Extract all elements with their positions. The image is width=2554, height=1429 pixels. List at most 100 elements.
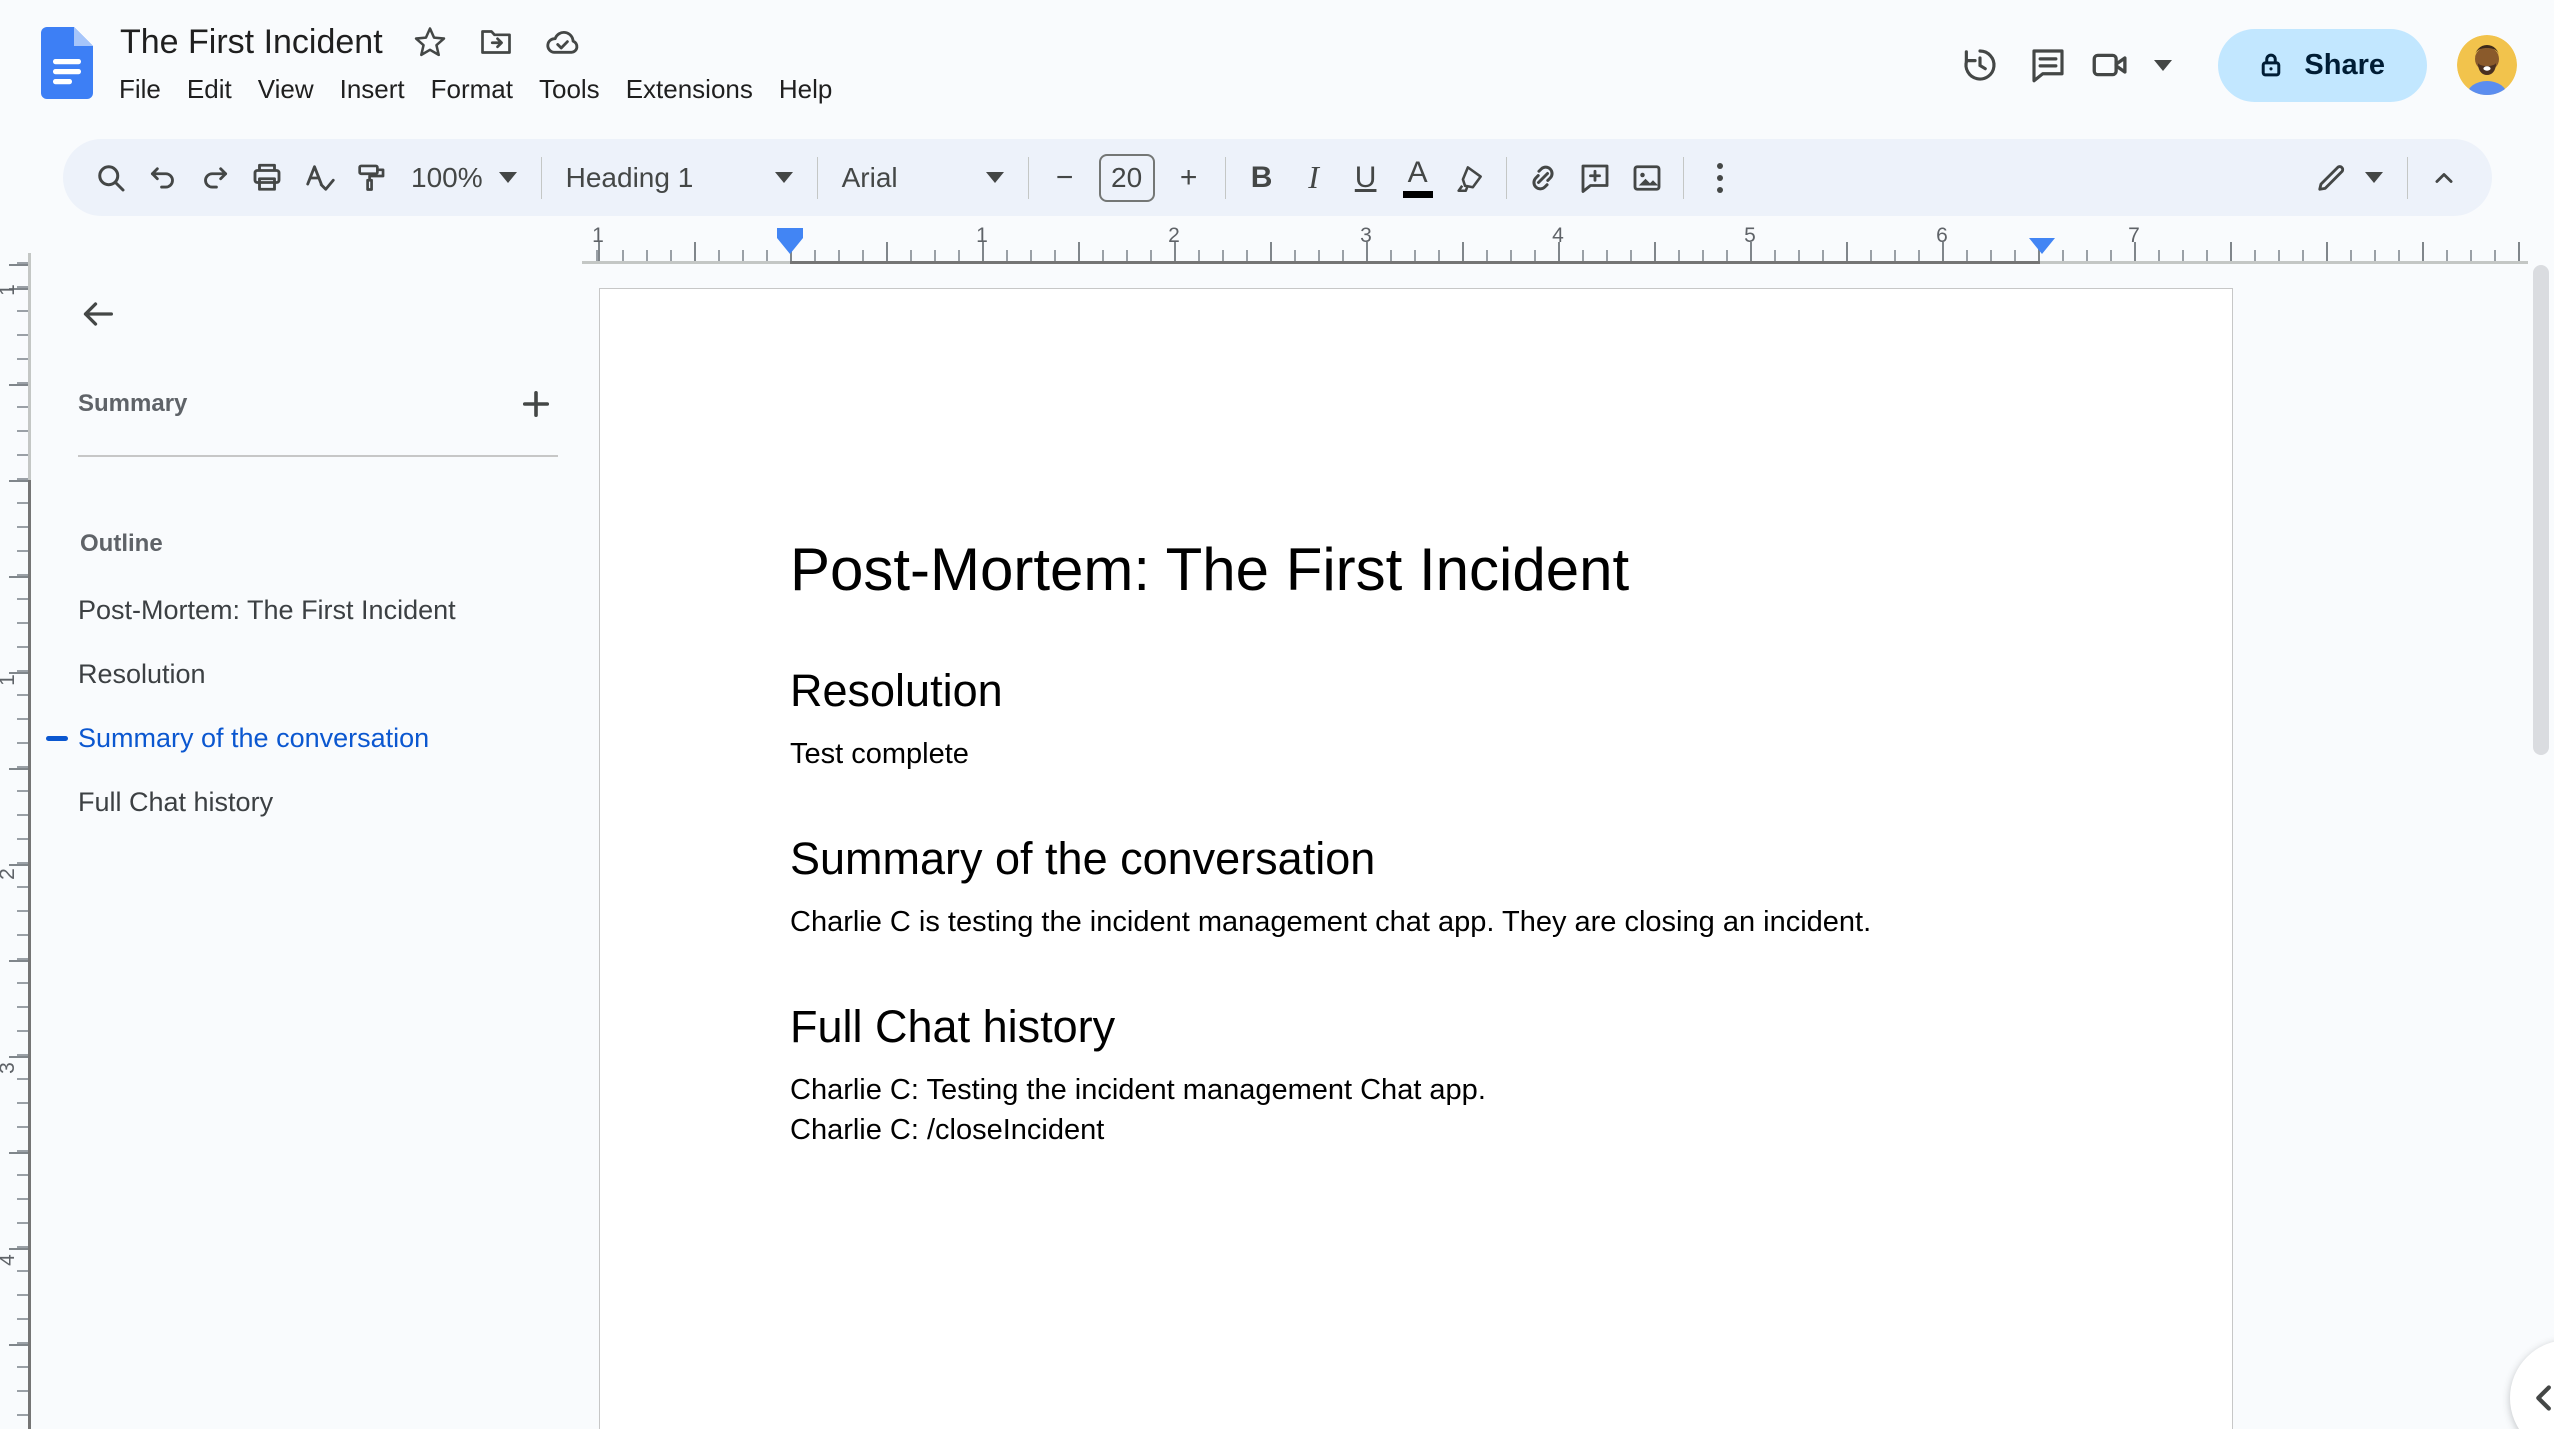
- underline-button[interactable]: U: [1340, 150, 1392, 206]
- outline-list: Post-Mortem: The First Incident Resolutio…: [0, 578, 566, 834]
- lock-icon: [2262, 53, 2281, 77]
- h-ruler-number: 7: [2128, 224, 2140, 247]
- vertical-scrollbar-thumb[interactable]: [2533, 265, 2549, 755]
- outline-item-4[interactable]: Full Chat history: [0, 770, 566, 834]
- cloud-saved-icon[interactable]: [543, 23, 581, 61]
- meet-video-icon[interactable]: [2082, 31, 2138, 99]
- right-indent-marker[interactable]: [2029, 238, 2055, 254]
- meet-dropdown-caret-icon[interactable]: [2154, 59, 2173, 71]
- menu-format[interactable]: Format: [418, 70, 526, 109]
- document-page[interactable]: Post-Mortem: The First Incident Resoluti…: [599, 288, 2233, 1429]
- doc-paragraph[interactable]: Charlie C: /closeIncident: [790, 1110, 2042, 1150]
- h-ruler-number: 4: [1552, 224, 1564, 247]
- document-content: Post-Mortem: The First Incident Resoluti…: [600, 289, 2232, 1150]
- font-select[interactable]: Arial: [828, 150, 1018, 206]
- toolbar-divider: [816, 156, 818, 199]
- document-title[interactable]: The First Incident: [120, 23, 383, 62]
- doc-sections: Resolution Test complete Summary of the co…: [790, 664, 2042, 1150]
- insert-link-button[interactable]: [1517, 150, 1569, 206]
- star-icon[interactable]: [411, 23, 449, 61]
- h-ruler-number: 1: [976, 224, 988, 247]
- highlighter-icon: [1457, 165, 1482, 192]
- outline-label: Outline: [80, 530, 163, 557]
- paragraph-style-select[interactable]: Heading 1: [552, 150, 807, 206]
- font-size-input[interactable]: 20: [1098, 153, 1155, 202]
- decrease-font-size-button[interactable]: −: [1039, 150, 1091, 206]
- h-ruler-number: 3: [1360, 224, 1372, 247]
- app-header: The First Incident File Edit View Insert…: [0, 0, 2554, 130]
- horizontal-ruler: 1 1 2 3 4 5 6 7: [582, 224, 2528, 266]
- paint-format-icon: [358, 164, 385, 191]
- doc-paragraph[interactable]: Charlie C: Testing the incident manageme…: [790, 1070, 2042, 1110]
- add-comment-button[interactable]: [1569, 150, 1621, 206]
- back-arrow-icon: [83, 302, 114, 326]
- h-ruler-number: 6: [1936, 224, 1948, 247]
- outline-item-label: Resolution: [78, 658, 206, 689]
- doc-paragraph[interactable]: Charlie C is testing the incident manage…: [790, 902, 2042, 942]
- doc-heading-1[interactable]: Post-Mortem: The First Incident: [790, 534, 2042, 606]
- menu-edit[interactable]: Edit: [174, 70, 245, 109]
- zoom-value: 100%: [411, 161, 483, 193]
- toolbar-divider: [540, 156, 542, 199]
- move-folder-icon[interactable]: [477, 23, 515, 61]
- toolbar-divider: [1224, 156, 1226, 199]
- outline-item-3[interactable]: Summary of the conversation: [0, 706, 566, 770]
- text-color-button[interactable]: A: [1392, 150, 1444, 206]
- chevron-left-icon: [2536, 1385, 2551, 1411]
- link-icon: [1532, 165, 1554, 190]
- highlight-color-button[interactable]: [1444, 150, 1496, 206]
- more-vertical-icon: [1716, 162, 1723, 193]
- version-history-icon[interactable]: [1946, 31, 2014, 99]
- show-side-panel-button[interactable]: [2510, 1340, 2554, 1429]
- search-icon: [98, 164, 125, 191]
- toolbar-divider: [2407, 156, 2408, 199]
- outline-item-2[interactable]: Resolution: [0, 642, 566, 706]
- doc-heading-2[interactable]: Resolution: [790, 664, 2042, 718]
- menu-tools[interactable]: Tools: [526, 70, 613, 109]
- menu-help[interactable]: Help: [766, 70, 845, 109]
- spellcheck-button[interactable]: [293, 150, 345, 206]
- undo-button[interactable]: [137, 150, 189, 206]
- print-button[interactable]: [241, 150, 293, 206]
- doc-heading-2[interactable]: Full Chat history: [790, 1000, 2042, 1054]
- google-docs-logo-icon[interactable]: [41, 26, 93, 100]
- bold-button[interactable]: B: [1236, 150, 1288, 206]
- toolbar-divider: [1682, 156, 1684, 199]
- add-summary-button[interactable]: [514, 382, 558, 426]
- outline-panel: Summary Outline Post-Mortem: The First I…: [0, 266, 566, 1429]
- menu-insert[interactable]: Insert: [327, 70, 418, 109]
- zoom-select[interactable]: 100%: [397, 150, 531, 206]
- insert-image-button[interactable]: [1621, 150, 1673, 206]
- paint-format-button[interactable]: [345, 150, 397, 206]
- toolbar-divider: [1505, 156, 1507, 199]
- outline-item-label: Full Chat history: [78, 786, 274, 817]
- h-ruler-number: 5: [1744, 224, 1756, 247]
- comments-icon[interactable]: [2014, 31, 2082, 99]
- pencil-edit-icon: [2318, 164, 2345, 191]
- outline-item-label: Post-Mortem: The First Incident: [78, 594, 456, 625]
- more-toolbar-button[interactable]: [1694, 150, 1746, 206]
- search-menus-button[interactable]: [85, 150, 137, 206]
- spellcheck-icon: [306, 164, 335, 191]
- menu-view[interactable]: View: [245, 70, 327, 109]
- editing-mode-select[interactable]: [2299, 150, 2397, 206]
- collapse-toolbar-icon: [2435, 172, 2453, 183]
- hide-menus-button[interactable]: [2418, 150, 2470, 206]
- paragraph-style-caret-icon: [774, 172, 793, 183]
- summary-divider: [78, 455, 558, 457]
- italic-button[interactable]: I: [1288, 150, 1340, 206]
- menu-extensions[interactable]: Extensions: [613, 70, 766, 109]
- outline-item-1[interactable]: Post-Mortem: The First Incident: [0, 578, 566, 642]
- redo-button[interactable]: [189, 150, 241, 206]
- share-button[interactable]: Share: [2218, 28, 2427, 102]
- close-outline-button[interactable]: [72, 288, 124, 340]
- editing-mode-caret-icon: [2365, 172, 2383, 183]
- outline-item-label: Summary of the conversation: [78, 722, 430, 753]
- increase-font-size-button[interactable]: +: [1163, 150, 1215, 206]
- font-value: Arial: [841, 161, 898, 193]
- menu-file[interactable]: File: [106, 70, 174, 109]
- doc-paragraph[interactable]: Test complete: [790, 734, 2042, 774]
- left-indent-marker[interactable]: [777, 228, 803, 254]
- account-avatar[interactable]: [2457, 35, 2517, 95]
- doc-heading-2[interactable]: Summary of the conversation: [790, 832, 2042, 886]
